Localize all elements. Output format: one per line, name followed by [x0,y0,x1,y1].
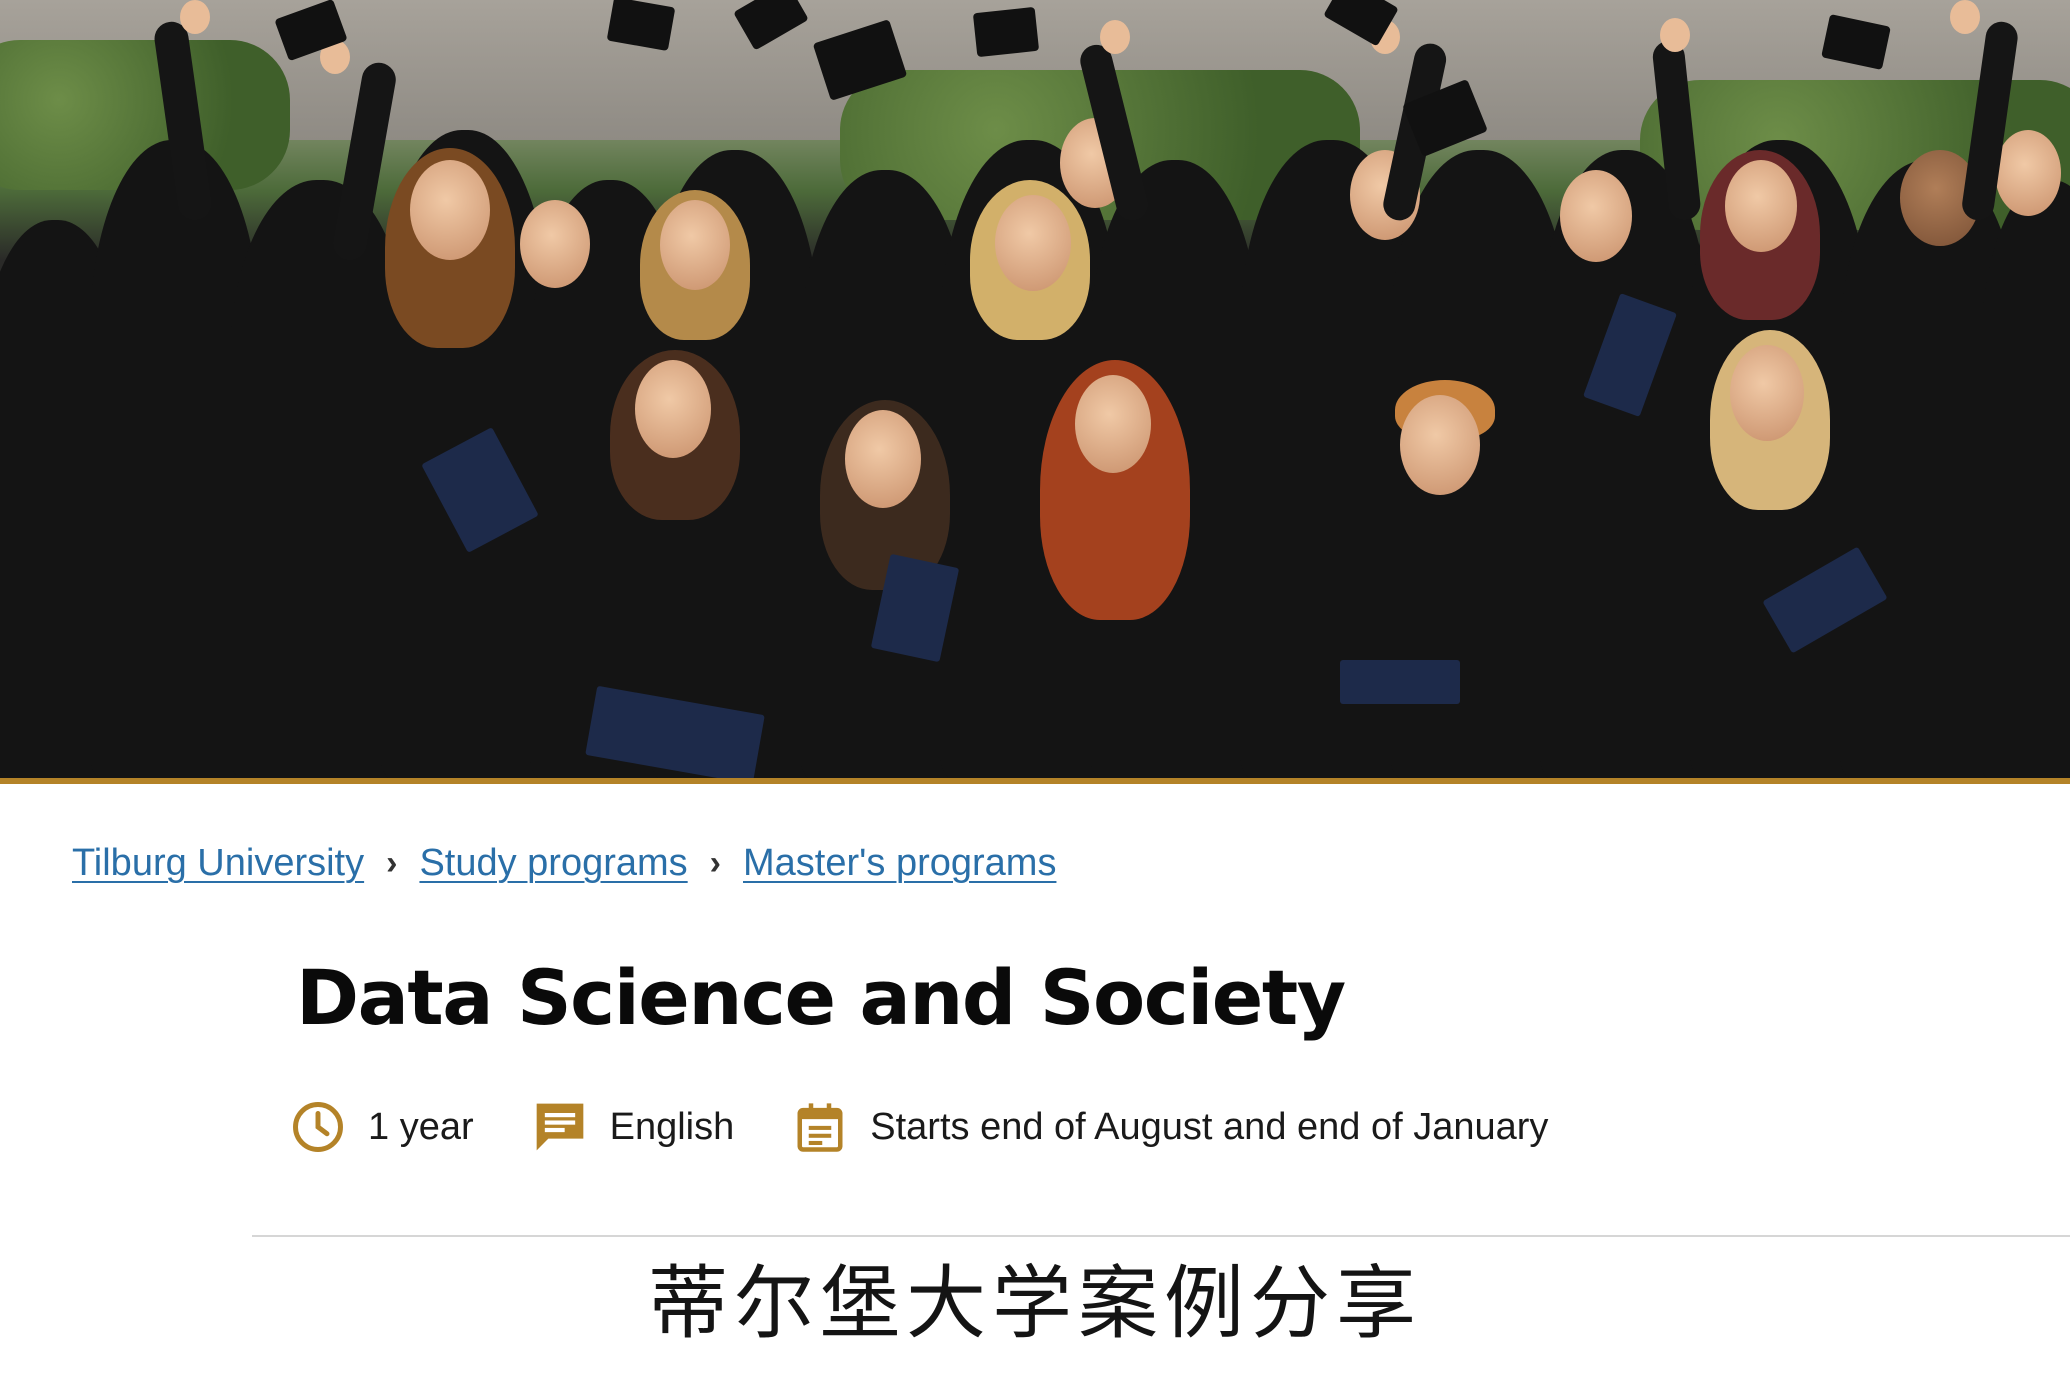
meta-duration-text: 1 year [368,1105,474,1148]
graduate-face [1725,160,1797,252]
graduation-cap [972,6,1040,58]
raised-hand [1100,20,1130,54]
breadcrumb: Tilburg University › Study programs › Ma… [72,838,1056,888]
graduate-face [1560,170,1632,262]
graduate-figure [1540,150,1710,780]
raised-hand [1950,0,1980,34]
meta-language-text: English [609,1105,735,1148]
diploma-folder [1340,660,1460,704]
graduate-face [1075,375,1151,473]
graduate-face [635,360,711,458]
graduate-face [845,410,921,508]
caption-text: 蒂尔堡大学案例分享 [648,1257,1422,1350]
graduate-face [410,160,490,260]
graduate-face [995,195,1071,291]
meta-language: English [532,1099,735,1155]
clock-icon [290,1099,346,1155]
breadcrumb-link-tilburg-university[interactable]: Tilburg University [72,842,364,885]
breadcrumb-separator: › [386,843,398,882]
calendar-icon [792,1099,848,1155]
graduate-face [520,200,590,288]
hero-image [0,0,2070,780]
page-title: Data Science and Society [296,953,1346,1042]
breadcrumb-separator: › [709,843,721,882]
program-meta: 1 year English Starts end of August and … [290,1090,1606,1164]
meta-start: Starts end of August and end of January [792,1099,1548,1155]
hero-accent-bar [0,778,2070,784]
graduate-face [1995,130,2061,216]
graduate-face [1730,345,1804,441]
meta-start-text: Starts end of August and end of January [870,1105,1549,1148]
graduate-face [1400,395,1480,495]
graduate-figure [1980,180,2070,780]
breadcrumb-link-masters-programs[interactable]: Master's programs [743,842,1056,885]
graduate-face [660,200,730,290]
breadcrumb-link-study-programs[interactable]: Study programs [419,842,687,885]
meta-duration: 1 year [290,1099,474,1155]
raised-hand [180,0,210,34]
raised-hand [1660,18,1690,52]
chat-icon [532,1099,588,1155]
section-divider [252,1235,2070,1237]
